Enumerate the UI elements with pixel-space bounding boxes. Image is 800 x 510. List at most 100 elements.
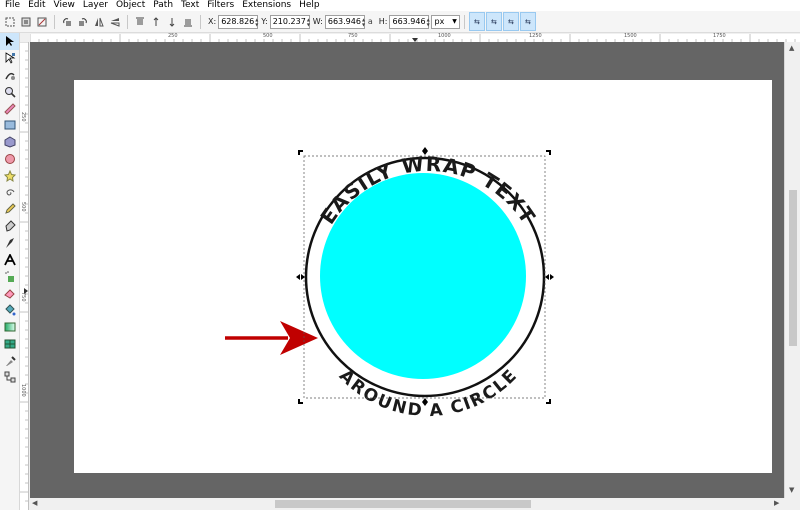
x-spinner-icon[interactable]: ▲ ▼ (255, 16, 258, 28)
v-tick-250: 250 (20, 112, 26, 122)
3dbox-tool[interactable] (0, 134, 19, 151)
rotate-ccw-button[interactable] (61, 16, 73, 28)
rotate-cw-icon (79, 17, 87, 26)
unit-value: px (434, 17, 445, 26)
handle-left-icon[interactable] (296, 274, 305, 280)
menu-object[interactable]: Object (116, 0, 145, 11)
chevron-down-icon: ▼ (452, 18, 457, 25)
lower-to-bottom-button[interactable] (182, 16, 194, 28)
x-label: X: (208, 17, 217, 26)
horizontal-ruler-ticks (30, 34, 796, 42)
star-tool[interactable] (0, 167, 19, 184)
selector-tool[interactable] (0, 33, 19, 50)
select-all-button[interactable] (4, 16, 16, 28)
handle-top-right-icon[interactable] (546, 150, 551, 155)
magnifier-icon (4, 86, 16, 98)
pencil-tool[interactable] (0, 201, 19, 218)
mesh-icon (4, 339, 15, 349)
menu-view[interactable]: View (54, 0, 75, 11)
lock-ratio-icon[interactable]: a (368, 17, 373, 26)
scroll-left-icon[interactable]: ◀ (32, 499, 37, 507)
eraser-icon (3, 289, 15, 299)
spiral-icon (6, 189, 14, 196)
x-field[interactable]: 628.826 ▲ ▼ (218, 14, 258, 29)
mesh-tool[interactable] (0, 335, 19, 352)
text-icon (3, 253, 16, 266)
flip-horizontal-icon (95, 17, 104, 26)
h-tick-1750: 1750 (713, 33, 726, 39)
h-spinner-icon[interactable]: ▲ ▼ (427, 16, 430, 28)
flip-vertical-button[interactable] (109, 16, 121, 28)
menu-help[interactable]: Help (299, 0, 320, 11)
node-tool[interactable] (0, 50, 19, 67)
horizontal-scrollbar[interactable]: ◀ ▶ (30, 498, 784, 510)
select-all-layers-icon (21, 17, 31, 26)
menu-layer[interactable]: Layer (83, 0, 108, 11)
vertical-scroll-thumb[interactable] (789, 190, 797, 346)
spiral-tool[interactable] (0, 184, 19, 201)
spray-tool[interactable] (0, 268, 19, 285)
horizontal-scroll-thumb[interactable] (275, 500, 531, 508)
ellipse-tool[interactable] (0, 151, 19, 168)
tweak-tool[interactable] (0, 67, 19, 84)
scroll-up-icon[interactable]: ▲ (789, 44, 794, 52)
y-field[interactable]: 210.237 ▲ ▼ (269, 14, 310, 29)
menu-path[interactable]: Path (153, 0, 173, 11)
measure-tool[interactable] (0, 100, 19, 117)
gradient-tool[interactable] (0, 319, 19, 336)
scroll-right-icon[interactable]: ▶ (774, 499, 779, 507)
handle-bottom-left-icon[interactable] (298, 399, 303, 404)
lower-button[interactable] (166, 16, 178, 28)
move-gradients-icon: ⇆ (507, 17, 514, 26)
move-patterns-toggle[interactable]: ⇆ (519, 12, 536, 31)
w-field[interactable]: 663.946 ▲ ▼ (324, 14, 365, 29)
ruler-icon (3, 102, 16, 115)
move-gradients-toggle[interactable]: ⇆ (502, 12, 519, 31)
v-tick-1000: 1000 (20, 384, 26, 397)
gradient-icon (4, 322, 15, 332)
pen-tool[interactable] (0, 218, 19, 235)
handle-bottom-right-icon[interactable] (546, 399, 551, 404)
handle-top-left-icon[interactable] (298, 150, 303, 155)
select-all-layers-button[interactable] (20, 16, 32, 28)
raise-button[interactable] (150, 16, 162, 28)
calligraphy-tool[interactable] (0, 235, 19, 252)
h-field[interactable]: 663.946 ▲ ▼ (389, 14, 430, 29)
eraser-tool[interactable] (0, 285, 19, 302)
y-spinner-icon[interactable]: ▲ ▼ (307, 16, 310, 28)
pencil-icon (4, 203, 16, 215)
rotate-ccw-icon (63, 17, 71, 26)
h-tick-1000: 1000 (438, 33, 451, 39)
unit-select[interactable]: px ▼ (431, 14, 460, 29)
raise-to-top-button[interactable] (134, 16, 146, 28)
rectangle-tool[interactable] (0, 117, 19, 134)
lower-to-bottom-icon (184, 19, 192, 26)
dropper-tool[interactable] (0, 352, 19, 369)
menu-filters[interactable]: Filters (207, 0, 234, 11)
scale-corners-toggle[interactable]: ⇆ (485, 12, 502, 31)
text-tool[interactable] (0, 251, 19, 268)
paint-bucket-tool[interactable] (0, 302, 19, 319)
rectangle-icon (4, 120, 15, 130)
flip-horizontal-button[interactable] (93, 16, 105, 28)
toolbar-separator (54, 14, 55, 29)
w-spinner-icon[interactable]: ▲ ▼ (362, 16, 365, 28)
menu-extensions[interactable]: Extensions (242, 0, 291, 11)
rotate-cw-button[interactable] (77, 16, 89, 28)
drawing-canvas[interactable]: EASILY WRAP TEXT AROUND A CIRCLE (30, 42, 784, 498)
select-all-icon (5, 17, 15, 26)
menu-edit[interactable]: Edit (28, 0, 45, 11)
handle-right-icon[interactable] (545, 274, 554, 280)
menu-file[interactable]: File (5, 0, 20, 11)
menu-text[interactable]: Text (181, 0, 199, 11)
scale-stroke-toggle[interactable]: ⇆ (468, 12, 485, 31)
scroll-down-icon[interactable]: ▼ (789, 486, 794, 494)
deselect-button[interactable] (36, 16, 48, 28)
flip-vertical-icon (110, 17, 120, 27)
y-label: Y: (261, 17, 268, 26)
vertical-scrollbar[interactable]: ▲ ▼ (784, 42, 800, 498)
connector-tool[interactable] (0, 369, 19, 386)
vertical-ruler[interactable]: 250 500 750 1000 (20, 42, 29, 510)
artwork: EASILY WRAP TEXT AROUND A CIRCLE (225, 147, 554, 421)
zoom-tool[interactable] (0, 83, 19, 100)
